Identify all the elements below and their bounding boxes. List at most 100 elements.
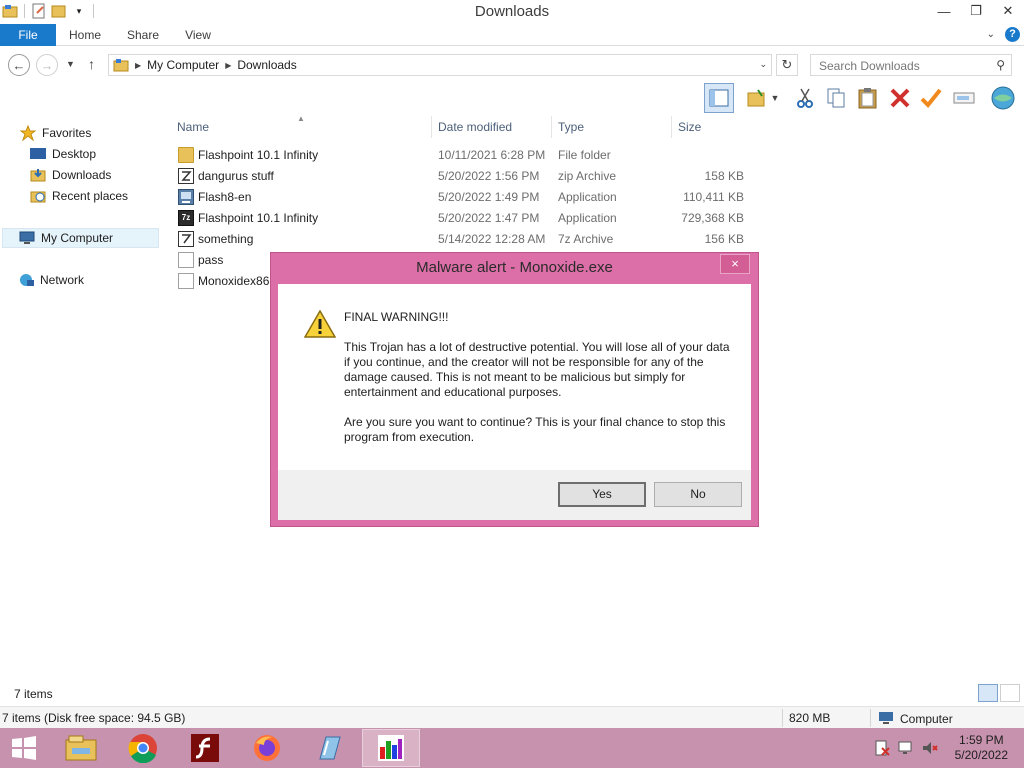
system-clock[interactable]: 1:59 PM 5/20/2022 xyxy=(955,733,1008,763)
file-name: Flashpoint 10.1 Infinity xyxy=(198,211,319,225)
dialog-footer: Yes No xyxy=(278,470,751,520)
nav-favorites[interactable]: Favorites xyxy=(19,123,91,143)
file-name: pass xyxy=(198,253,224,267)
file-date: 5/20/2022 1:47 PM xyxy=(438,211,540,225)
network-icon xyxy=(18,272,34,288)
dialog-heading: FINAL WARNING!!! xyxy=(344,310,449,324)
globe-icon[interactable] xyxy=(990,85,1016,111)
help-icon[interactable]: ? xyxy=(1005,27,1020,42)
tab-share[interactable]: Share xyxy=(118,24,168,46)
file-size: 729,368 KB xyxy=(681,211,744,225)
dialog-message: FINAL WARNING!!! This Trojan has a lot o… xyxy=(344,310,734,460)
flash-icon[interactable] xyxy=(176,729,234,767)
nav-desktop[interactable]: Desktop xyxy=(30,144,96,164)
details-view-icon[interactable] xyxy=(978,684,998,702)
archive-icon xyxy=(178,168,194,184)
dialog-close-button[interactable]: × xyxy=(720,254,750,274)
properties-check-icon[interactable] xyxy=(918,85,944,111)
column-divider[interactable] xyxy=(671,116,672,138)
refresh-button[interactable]: ↻ xyxy=(776,54,798,76)
search-input[interactable]: Search Downloads ⚲ xyxy=(810,54,1012,76)
nav-downloads[interactable]: Downloads xyxy=(30,165,111,185)
network-status-icon[interactable] xyxy=(898,740,914,756)
column-header-date[interactable]: Date modified xyxy=(438,120,512,134)
document-icon xyxy=(178,273,194,289)
column-divider[interactable] xyxy=(551,116,552,138)
chrome-icon[interactable] xyxy=(114,729,172,767)
search-placeholder: Search Downloads xyxy=(819,59,920,73)
paste-icon[interactable] xyxy=(855,85,881,111)
file-type: zip Archive xyxy=(558,169,617,183)
copy-icon[interactable] xyxy=(823,85,849,111)
file-date: 5/14/2022 12:28 AM xyxy=(438,232,546,246)
address-bar[interactable]: ▶ My Computer ▶ Downloads ⌄ xyxy=(108,54,772,76)
document-icon xyxy=(178,252,194,268)
status-divider xyxy=(782,709,783,727)
tab-file[interactable]: File xyxy=(0,24,56,46)
system-tray xyxy=(874,740,938,756)
firefox-icon[interactable] xyxy=(238,729,296,767)
rename-icon[interactable] xyxy=(951,85,977,111)
file-row[interactable]: something 5/14/2022 12:28 AM 7z Archive … xyxy=(172,229,752,250)
file-size: 158 KB xyxy=(704,169,744,183)
star-icon xyxy=(19,124,37,142)
notepad-icon[interactable] xyxy=(300,729,358,767)
window-controls: — ❐ ✕ xyxy=(928,0,1024,22)
column-divider[interactable] xyxy=(431,116,432,138)
file-row[interactable]: Flash8-en 5/20/2022 1:49 PM Application … xyxy=(172,187,752,208)
breadcrumb-chevron-icon[interactable]: ▶ xyxy=(225,61,231,70)
column-header-size[interactable]: Size xyxy=(678,120,701,134)
folder-options-icon[interactable] xyxy=(744,85,770,111)
monoxide-icon[interactable] xyxy=(362,729,420,767)
volume-muted-icon[interactable] xyxy=(922,740,938,756)
file-row[interactable]: 7z Flashpoint 10.1 Infinity 5/20/2022 1:… xyxy=(172,208,752,229)
breadcrumb-chevron-icon[interactable]: ▶ xyxy=(135,61,141,70)
navigation-pane: Favorites Desktop Downloads Recent place… xyxy=(0,118,160,678)
cut-icon[interactable] xyxy=(792,85,818,111)
yes-button[interactable]: Yes xyxy=(558,482,646,507)
folder-options-dropdown[interactable]: ▼ xyxy=(768,85,782,111)
nav-my-computer[interactable]: My Computer xyxy=(2,228,159,248)
breadcrumb-downloads[interactable]: Downloads xyxy=(237,58,296,72)
expand-ribbon-icon[interactable]: ⌄ xyxy=(987,29,995,40)
layout-pane-button[interactable] xyxy=(704,83,734,113)
status-divider xyxy=(870,709,871,727)
back-button[interactable]: ← xyxy=(8,54,30,76)
start-button[interactable] xyxy=(0,729,48,767)
delete-icon[interactable] xyxy=(887,85,913,111)
view-switcher xyxy=(978,684,1020,702)
file-row[interactable]: dangurus stuff 5/20/2022 1:56 PM zip Arc… xyxy=(172,166,752,187)
folder-location-icon xyxy=(113,57,129,73)
ribbon-tabs: File Home Share View ⌄ ? xyxy=(0,24,1024,46)
downloads-folder-icon xyxy=(30,167,46,183)
location-label: Computer xyxy=(900,712,953,726)
nav-network[interactable]: Network xyxy=(18,270,84,290)
file-explorer-icon[interactable] xyxy=(52,729,110,767)
forward-button[interactable]: → xyxy=(36,54,58,76)
minimize-button[interactable]: — xyxy=(928,0,960,22)
tab-view[interactable]: View xyxy=(176,24,220,46)
no-button[interactable]: No xyxy=(654,482,742,507)
file-type: 7z Archive xyxy=(558,232,614,246)
computer-icon xyxy=(878,711,894,727)
search-icon[interactable]: ⚲ xyxy=(996,58,1005,72)
close-button[interactable]: ✕ xyxy=(992,0,1024,22)
command-toolbar: ▼ xyxy=(0,80,1024,116)
nav-label: Desktop xyxy=(52,147,97,161)
maximize-button[interactable]: ❐ xyxy=(960,0,992,22)
breadcrumb-my-computer[interactable]: My Computer xyxy=(147,58,219,72)
file-row[interactable]: Flashpoint 10.1 Infinity 10/11/2021 6:28… xyxy=(172,145,752,166)
column-header-name[interactable]: Name xyxy=(177,120,209,134)
up-button[interactable]: ↑ xyxy=(88,56,95,72)
address-history-dropdown[interactable]: ⌄ xyxy=(759,59,767,70)
file-name: Flash8-en xyxy=(198,190,252,204)
column-header-type[interactable]: Type xyxy=(558,120,584,134)
action-center-alert-icon[interactable] xyxy=(874,740,890,756)
tab-home[interactable]: Home xyxy=(59,24,111,46)
nav-recent-places[interactable]: Recent places xyxy=(30,186,128,206)
recent-locations-dropdown[interactable]: ▼ xyxy=(66,59,75,69)
large-icons-view-icon[interactable] xyxy=(1000,684,1020,702)
file-date: 10/11/2021 6:28 PM xyxy=(438,148,546,162)
taskbar: 1:59 PM 5/20/2022 xyxy=(0,728,1024,768)
windows-logo-icon xyxy=(12,736,36,760)
